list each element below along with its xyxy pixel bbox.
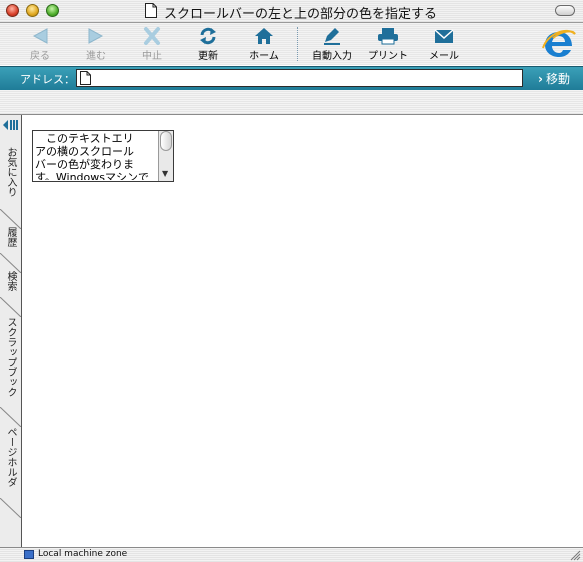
- internet-explorer-logo-icon: [542, 29, 576, 57]
- sidebar-toggle-icon[interactable]: [2, 118, 18, 132]
- forward-label: 進む: [86, 51, 106, 62]
- autofill-label: 自動入力: [312, 51, 352, 62]
- sidebar-tab-divider: [0, 407, 21, 427]
- textarea-content[interactable]: このテキストエリ アの横のスクロール バーの色が変わりま す。Windowsマシ…: [35, 132, 155, 180]
- favorites-bar: [0, 90, 583, 115]
- security-zone-text: Local machine zone: [38, 549, 128, 559]
- home-icon: [255, 28, 273, 44]
- close-window-button[interactable]: [6, 4, 19, 17]
- status-bar: Local machine zone: [0, 547, 583, 562]
- back-button[interactable]: 戻る: [15, 23, 65, 65]
- explorer-sidebar: お気に入り 履歴 検索 スクラップブック ページホルダ: [0, 115, 22, 547]
- go-chevron-icon: ›: [538, 72, 543, 86]
- demo-textarea[interactable]: このテキストエリ アの横のスクロール バーの色が変わりま す。Windowsマシ…: [32, 130, 174, 182]
- address-label: アドレス：: [20, 73, 75, 86]
- sidebar-tab-divider: [0, 498, 21, 518]
- autofill-button[interactable]: 自動入力: [307, 23, 357, 65]
- mail-button[interactable]: メール: [419, 23, 469, 65]
- refresh-button[interactable]: 更新: [183, 23, 233, 65]
- page-document-icon: [80, 71, 91, 85]
- printer-icon: [378, 28, 398, 45]
- address-field-box[interactable]: [76, 69, 523, 88]
- home-label: ホーム: [249, 51, 279, 62]
- go-button[interactable]: › 移動: [538, 70, 570, 87]
- sidebar-tab-divider: [0, 209, 21, 229]
- textarea-vertical-scrollbar[interactable]: ▼: [158, 131, 173, 181]
- print-label: プリント: [368, 51, 408, 62]
- toolbar-separator: [297, 27, 298, 61]
- autofill-pen-icon: [324, 28, 340, 45]
- sidebar-tab-favorites[interactable]: お気に入り: [0, 147, 21, 209]
- refresh-icon: [200, 27, 216, 45]
- address-bar: アドレス： › 移動: [0, 66, 583, 91]
- resize-grip-icon[interactable]: [570, 550, 581, 561]
- web-content-area: このテキストエリ アの横のスクロール バーの色が変わりま す。Windowsマシ…: [22, 115, 583, 547]
- refresh-label: 更新: [198, 51, 218, 62]
- document-icon: [145, 3, 157, 18]
- stop-button[interactable]: 中止: [127, 23, 177, 65]
- forward-arrow-icon: [88, 28, 104, 44]
- home-button[interactable]: ホーム: [239, 23, 289, 65]
- back-arrow-icon: [32, 28, 48, 44]
- toolbar: 戻る 進む 中止 更新 ホーム 自動入力 プリント メール: [0, 23, 583, 65]
- mail-label: メール: [429, 51, 459, 62]
- stop-label: 中止: [142, 51, 162, 62]
- stop-x-icon: [144, 27, 160, 45]
- sidebar-tab-page-holder[interactable]: ページホルダ: [0, 427, 21, 499]
- window-title: スクロールバーの左と上の部分の色を指定する: [164, 7, 438, 22]
- sidebar-tab-scrapbook[interactable]: スクラップブック: [0, 317, 21, 409]
- print-button[interactable]: プリント: [363, 23, 413, 65]
- back-label: 戻る: [30, 51, 50, 62]
- go-label: 移動: [545, 72, 570, 86]
- address-input[interactable]: [95, 70, 519, 88]
- mail-envelope-icon: [434, 29, 454, 43]
- sidebar-tab-divider: [0, 253, 21, 273]
- toolbar-toggle-button[interactable]: [555, 5, 575, 16]
- zoom-window-button[interactable]: [46, 4, 59, 17]
- scroll-down-arrow-icon[interactable]: ▼: [162, 169, 168, 178]
- title-bar[interactable]: スクロールバーの左と上の部分の色を指定する: [0, 0, 583, 23]
- minimize-window-button[interactable]: [26, 4, 39, 17]
- forward-button[interactable]: 進む: [71, 23, 121, 65]
- local-zone-icon: [24, 550, 34, 559]
- sidebar-tab-divider: [0, 297, 21, 317]
- scrollbar-thumb[interactable]: [160, 131, 172, 151]
